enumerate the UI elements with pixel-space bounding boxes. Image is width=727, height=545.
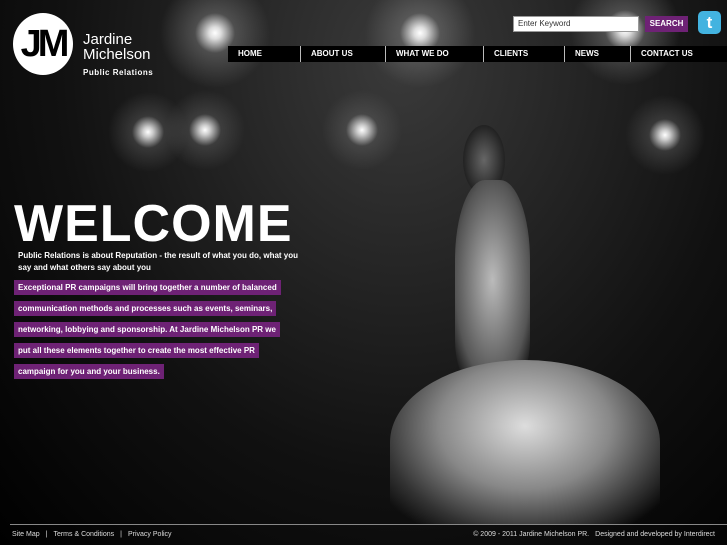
nav-what-we-do[interactable]: WHAT WE DO (386, 46, 484, 62)
highlight-line: put all these elements together to creat… (14, 343, 259, 358)
search-button[interactable]: SEARCH (645, 16, 688, 32)
footer-terms[interactable]: Terms & Conditions (53, 531, 114, 538)
footer-links: Site Map | Terms & Conditions | Privacy Poli… (12, 531, 172, 538)
separator: | (120, 531, 122, 538)
main-nav: HOME ABOUT US WHAT WE DO CLIENTS NEWS CO… (228, 46, 727, 62)
footer-site-map[interactable]: Site Map (12, 531, 40, 538)
hero-figure-dress (390, 360, 660, 525)
hero-figure (455, 180, 530, 380)
highlight-line: Exceptional PR campaigns will bring toge… (14, 280, 281, 295)
credit-link[interactable]: Designed and developed by Interdirect (595, 531, 715, 538)
highlight-text: Exceptional PR campaigns will bring toge… (14, 280, 281, 385)
copyright: © 2009 - 2011 Jardine Michelson PR. (473, 531, 590, 538)
highlight-line: campaign for you and your business. (14, 364, 164, 379)
page-title: WELCOME (14, 195, 293, 253)
nav-home[interactable]: HOME (228, 46, 301, 62)
brand-name-1: Jardine (83, 31, 133, 48)
brand-name[interactable]: Jardine Michelson Public Relations (83, 32, 153, 80)
separator: | (45, 531, 48, 538)
logo[interactable]: JM (13, 13, 73, 75)
highlight-line: communication methods and processes such… (14, 301, 277, 316)
highlight-line: networking, lobbying and sponsorship. At… (14, 322, 280, 337)
brand-tagline: Public Relations (83, 68, 154, 77)
intro-text: Public Relations is about Reputation - t… (18, 251, 299, 272)
search-input[interactable]: Enter Keyword (513, 16, 639, 32)
footer-privacy[interactable]: Privacy Policy (128, 531, 172, 538)
nav-about-us[interactable]: ABOUT US (301, 46, 386, 62)
nav-clients[interactable]: CLIENTS (484, 46, 565, 62)
twitter-icon[interactable]: t (698, 11, 721, 34)
footer-divider (10, 524, 727, 525)
nav-contact-us[interactable]: CONTACT US (631, 46, 727, 62)
footer-copyright: © 2009 - 2011 Jardine Michelson PR. Desig… (473, 531, 715, 538)
brand-name-2: Michelson (83, 46, 151, 63)
nav-news[interactable]: NEWS (565, 46, 631, 62)
